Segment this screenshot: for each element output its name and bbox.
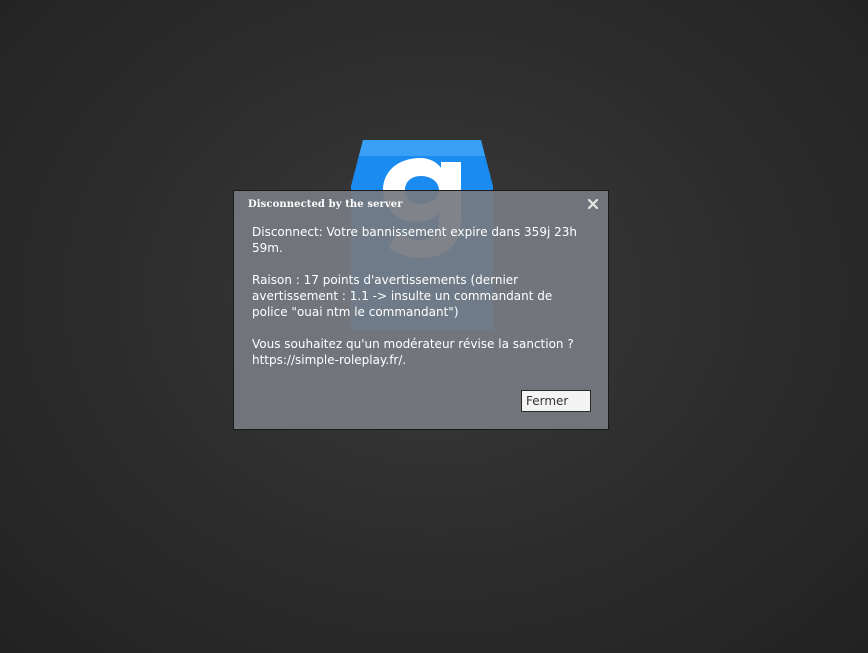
message-disconnect: Disconnect: Votre bannissement expire da… (252, 225, 577, 255)
fermer-button[interactable]: Fermer (521, 390, 591, 412)
message-reason: Raison : 17 points d'avertissements (der… (252, 273, 553, 319)
close-icon[interactable] (586, 197, 600, 211)
disconnect-dialog: Disconnected by the server Disconnect: V… (233, 190, 609, 430)
dialog-title: Disconnected by the server (248, 199, 403, 210)
dialog-message: Disconnect: Votre bannissement expire da… (252, 224, 587, 368)
message-appeal: Vous souhaitez qu'un modérateur révise l… (252, 337, 574, 367)
